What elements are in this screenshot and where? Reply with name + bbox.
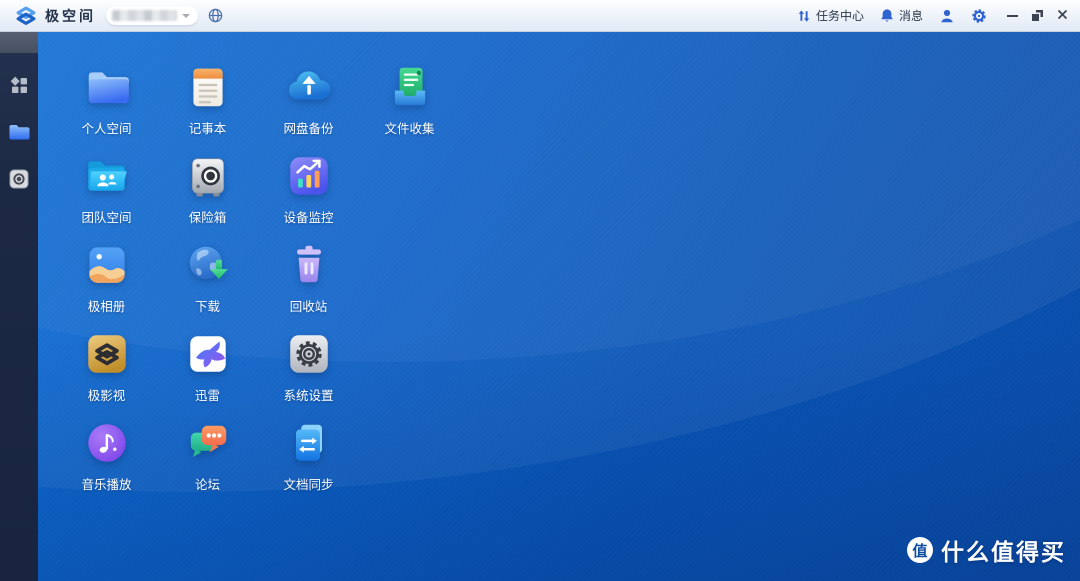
sidebar-item-files[interactable] (0, 117, 38, 147)
smzdm-watermark: 值 什么值得买 (907, 533, 1066, 567)
gear-icon (971, 8, 987, 24)
minimize-icon (1007, 15, 1018, 17)
app-label: 迅雷 (195, 385, 220, 404)
sidebar (0, 32, 38, 581)
download-globe-icon (183, 240, 233, 290)
globe-icon[interactable] (207, 7, 224, 24)
smzdm-badge-icon: 值 (907, 537, 933, 563)
topbar: 极空间 任务中心 (0, 0, 1080, 32)
app-download[interactable]: 下载 (157, 236, 258, 325)
chevron-down-icon (182, 14, 190, 18)
task-center-button[interactable]: 任务中心 (797, 7, 864, 24)
device-name-selector[interactable] (106, 6, 198, 25)
settings-button[interactable] (971, 8, 987, 24)
sidebar-item-apps[interactable] (0, 70, 38, 100)
desktop: 个人空间 记事本 (38, 32, 1080, 581)
forum-bubbles-icon (183, 418, 233, 468)
apps-grid-icon (10, 76, 29, 95)
app-safe-box[interactable]: 保险箱 (157, 147, 258, 236)
app-doc-sync[interactable]: 文档同步 (258, 414, 359, 503)
music-note-icon (82, 418, 132, 468)
file-collection-icon (385, 62, 435, 112)
restore-button[interactable] (1032, 10, 1043, 21)
user-button[interactable] (939, 8, 955, 24)
user-icon (939, 8, 955, 24)
folder-icon (82, 62, 132, 112)
bell-icon (880, 8, 894, 23)
team-folder-icon (82, 151, 132, 201)
app-label: 个人空间 (81, 118, 131, 137)
messages-label: 消息 (899, 7, 923, 24)
trash-icon (284, 240, 334, 290)
app-label: 极相册 (88, 296, 126, 315)
app-recycle-bin[interactable]: 回收站 (258, 236, 359, 325)
folder-icon (8, 123, 30, 141)
photo-album-icon (82, 240, 132, 290)
app-team-space[interactable]: 团队空间 (56, 147, 157, 236)
sort-arrows-icon (797, 9, 811, 23)
monitor-chart-icon (284, 151, 334, 201)
settings-gear-icon (284, 329, 334, 379)
app-label: 文件收集 (384, 118, 434, 137)
smzdm-watermark-text: 什么值得买 (941, 533, 1066, 567)
app-label: 文档同步 (283, 474, 333, 493)
app-music-player[interactable]: 音乐播放 (56, 414, 157, 503)
app-movies[interactable]: 极影视 (56, 325, 157, 414)
app-label: 团队空间 (81, 207, 131, 226)
dial-icon (9, 169, 29, 189)
close-icon (1057, 9, 1068, 20)
app-label: 记事本 (189, 118, 227, 137)
xunlei-bird-icon (183, 329, 233, 379)
messages-button[interactable]: 消息 (880, 7, 923, 24)
app-photo-album[interactable]: 极相册 (56, 236, 157, 325)
app-xunlei[interactable]: 迅雷 (157, 325, 258, 414)
app-label: 回收站 (290, 296, 328, 315)
app-label: 设备监控 (283, 207, 333, 226)
app-label: 下载 (195, 296, 220, 315)
app-device-monitor[interactable]: 设备监控 (258, 147, 359, 236)
app-system-settings[interactable]: 系统设置 (258, 325, 359, 414)
app-cloud-backup[interactable]: 网盘备份 (258, 58, 359, 147)
app-label: 极影视 (88, 385, 126, 404)
notepad-icon (183, 62, 233, 112)
app-file-collection[interactable]: 文件收集 (359, 58, 460, 147)
close-button[interactable] (1057, 7, 1068, 25)
app-label: 网盘备份 (283, 118, 333, 137)
app-title: 极空间 (45, 6, 96, 26)
jspace-logo-icon (14, 4, 38, 28)
app-label: 音乐播放 (81, 474, 131, 493)
restore-icon (1032, 10, 1043, 21)
app-forum[interactable]: 论坛 (157, 414, 258, 503)
cloud-upload-icon (284, 62, 334, 112)
minimize-button[interactable] (1007, 15, 1018, 17)
app-label: 论坛 (195, 474, 220, 493)
app-label: 保险箱 (189, 207, 227, 226)
app-label: 系统设置 (283, 385, 333, 404)
sidebar-header (0, 32, 38, 53)
device-name-masked (112, 10, 177, 21)
safe-box-icon (183, 151, 233, 201)
doc-sync-icon (284, 418, 334, 468)
movies-icon (82, 329, 132, 379)
desktop-icon-grid: 个人空间 记事本 (56, 58, 460, 503)
app-notepad[interactable]: 记事本 (157, 58, 258, 147)
sidebar-item-backup[interactable] (0, 164, 38, 194)
app-personal-space[interactable]: 个人空间 (56, 58, 157, 147)
task-center-label: 任务中心 (816, 7, 864, 24)
